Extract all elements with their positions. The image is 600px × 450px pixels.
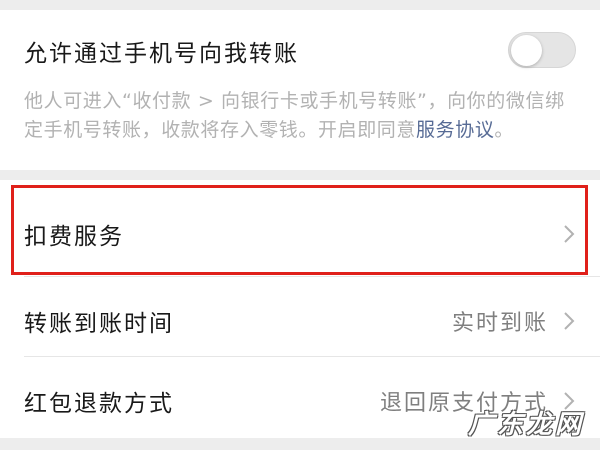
phone-transfer-description: 他人可进入“收付款 > 向银行卡或手机号转账”，向你的微信绑定手机号转账，收款将…	[24, 87, 576, 145]
transfer-arrival-time-row[interactable]: 转账到账时间 实时到账	[0, 278, 600, 364]
row-value: 实时到账	[451, 311, 548, 336]
row-label: 红包退款方式	[24, 391, 174, 417]
settings-list-card: 扣费服务 转账到账时间 实时到账 红包退款方式 退回原支付方式	[0, 180, 600, 438]
phone-transfer-card: 允许通过手机号向我转账 他人可进入“收付款 > 向银行卡或手机号转账”，向你的微…	[0, 10, 600, 170]
row-label: 扣费服务	[24, 224, 124, 250]
chevron-right-icon	[564, 225, 575, 243]
toggle-knob	[511, 35, 542, 66]
row-divider	[24, 276, 600, 277]
deduction-service-row[interactable]: 扣费服务	[0, 190, 600, 278]
watermark: 广东龙网	[468, 410, 585, 440]
payment-settings-screen: 允许通过手机号向我转账 他人可进入“收付款 > 向银行卡或手机号转账”，向你的微…	[0, 0, 600, 450]
phone-transfer-toggle[interactable]	[508, 32, 576, 68]
chevron-right-icon	[564, 312, 575, 330]
description-end: 。	[494, 119, 515, 141]
service-agreement-link[interactable]: 服务协议	[416, 119, 494, 141]
row-divider	[24, 356, 600, 357]
row-label: 转账到账时间	[24, 311, 174, 337]
phone-transfer-title: 允许通过手机号向我转账	[24, 41, 299, 67]
